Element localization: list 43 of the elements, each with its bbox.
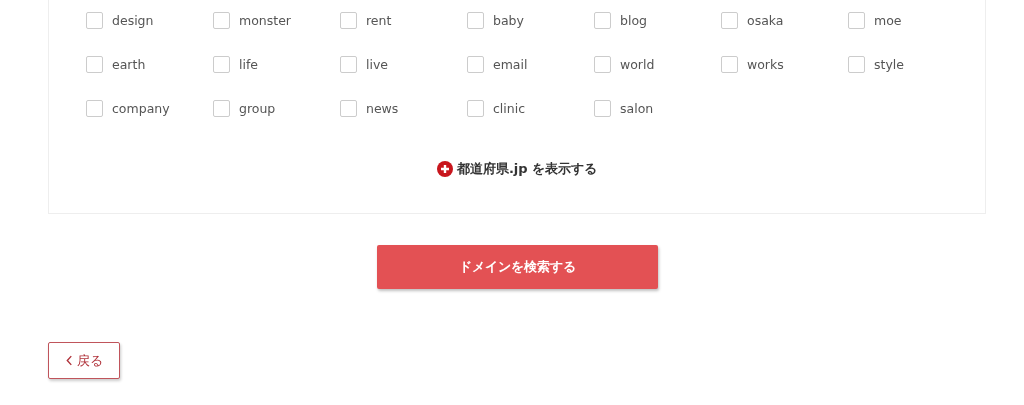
- search-button[interactable]: ドメインを検索する: [376, 245, 658, 289]
- chevron-left-icon: [65, 355, 73, 366]
- checkbox[interactable]: [848, 55, 865, 73]
- checkbox[interactable]: [721, 11, 738, 29]
- checkbox[interactable]: [340, 11, 357, 29]
- checkbox[interactable]: [86, 11, 103, 29]
- checkbox-label: earth: [112, 56, 146, 72]
- checkbox-label: works: [747, 56, 784, 72]
- back-button[interactable]: 戻る: [48, 342, 120, 379]
- checkbox[interactable]: [213, 99, 230, 117]
- checkbox-label: live: [366, 56, 389, 72]
- checkbox-label: clinic: [493, 100, 526, 116]
- checkbox-label: group: [239, 100, 276, 116]
- checkbox-label: salon: [620, 100, 654, 116]
- checkbox-label: rent: [366, 12, 392, 28]
- checkbox-label: world: [620, 56, 655, 72]
- checkbox[interactable]: [594, 55, 611, 73]
- checkbox[interactable]: [467, 99, 484, 117]
- checkbox-label: blog: [620, 12, 647, 28]
- checkbox[interactable]: [721, 55, 738, 73]
- checkbox[interactable]: [86, 99, 103, 117]
- checkbox[interactable]: [213, 11, 230, 29]
- checkbox[interactable]: [594, 99, 611, 117]
- checkbox[interactable]: [848, 11, 865, 29]
- checkbox-label: baby: [493, 12, 524, 28]
- checkbox-label: osaka: [747, 12, 784, 28]
- checkbox[interactable]: [340, 99, 357, 117]
- checkbox-label: news: [366, 100, 399, 116]
- checkbox[interactable]: [340, 55, 357, 73]
- expand-link[interactable]: 都道府県.jp を表示する: [436, 160, 598, 178]
- checkbox-label: monster: [239, 12, 291, 28]
- checkbox[interactable]: [86, 55, 103, 73]
- checkbox-label: email: [493, 56, 528, 72]
- checkbox[interactable]: [467, 55, 484, 73]
- checkbox-label: moe: [874, 12, 902, 28]
- plus-icon: [436, 161, 453, 177]
- checkbox-label: style: [874, 56, 904, 72]
- checkbox-label: company: [112, 100, 170, 116]
- checkbox[interactable]: [467, 11, 484, 29]
- checkbox[interactable]: [213, 55, 230, 73]
- checkbox[interactable]: [594, 11, 611, 29]
- checkbox-label: design: [112, 12, 154, 28]
- checkbox-label: life: [239, 56, 259, 72]
